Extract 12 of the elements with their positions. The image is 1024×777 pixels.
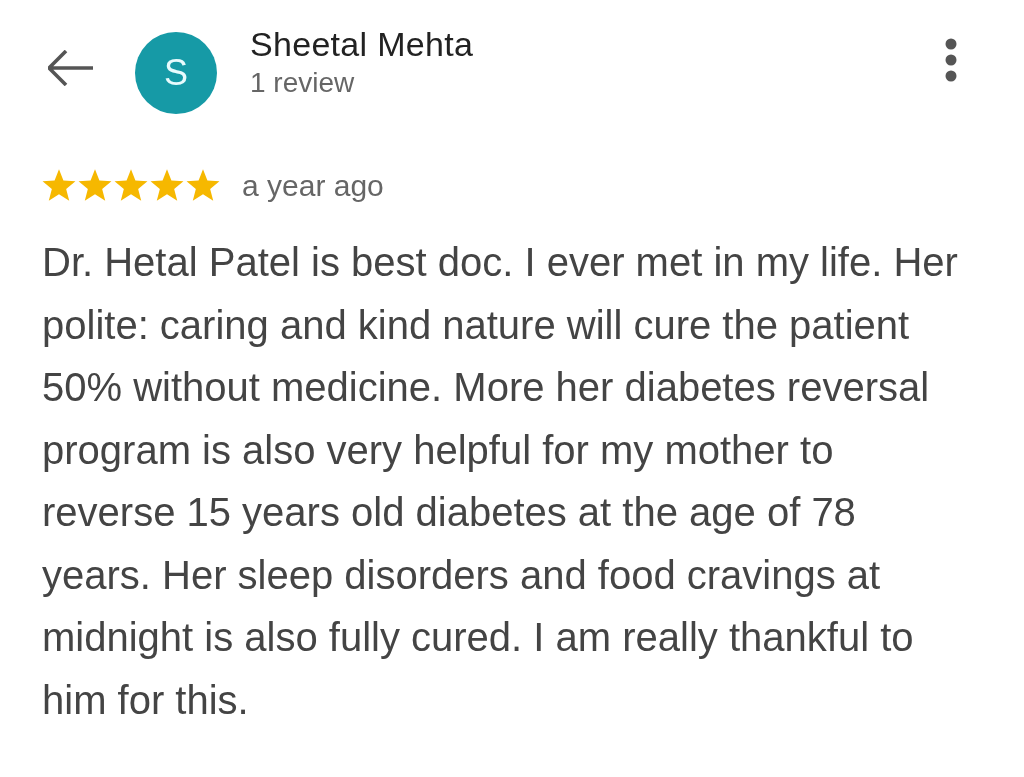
reviewer-name: Sheetal Mehta — [250, 26, 474, 64]
more-options-icon — [944, 37, 958, 82]
review-count: 1 review — [250, 67, 356, 99]
filled-star-icon — [42, 169, 76, 201]
review-time: a year ago — [242, 167, 384, 204]
filled-star-icon — [114, 169, 148, 201]
back-arrow-icon — [48, 49, 94, 86]
filled-star-icon — [186, 169, 220, 201]
avatar: S — [135, 31, 217, 114]
filled-star-icon — [78, 169, 112, 201]
filled-star-icon — [150, 169, 184, 201]
review-text: Dr. Hetal Patel is best doc. I ever met in my life. Her polite: caring and kind nature will cure the patient 50% without medicine. More her diabetes reversal program is also very helpful for my mother to reverse 15 years old diabetes at the age of 78 years. Her sleep disorders and food cravings at midnight is also fully cured. I am really thankful to him for this. — [41, 239, 959, 724]
